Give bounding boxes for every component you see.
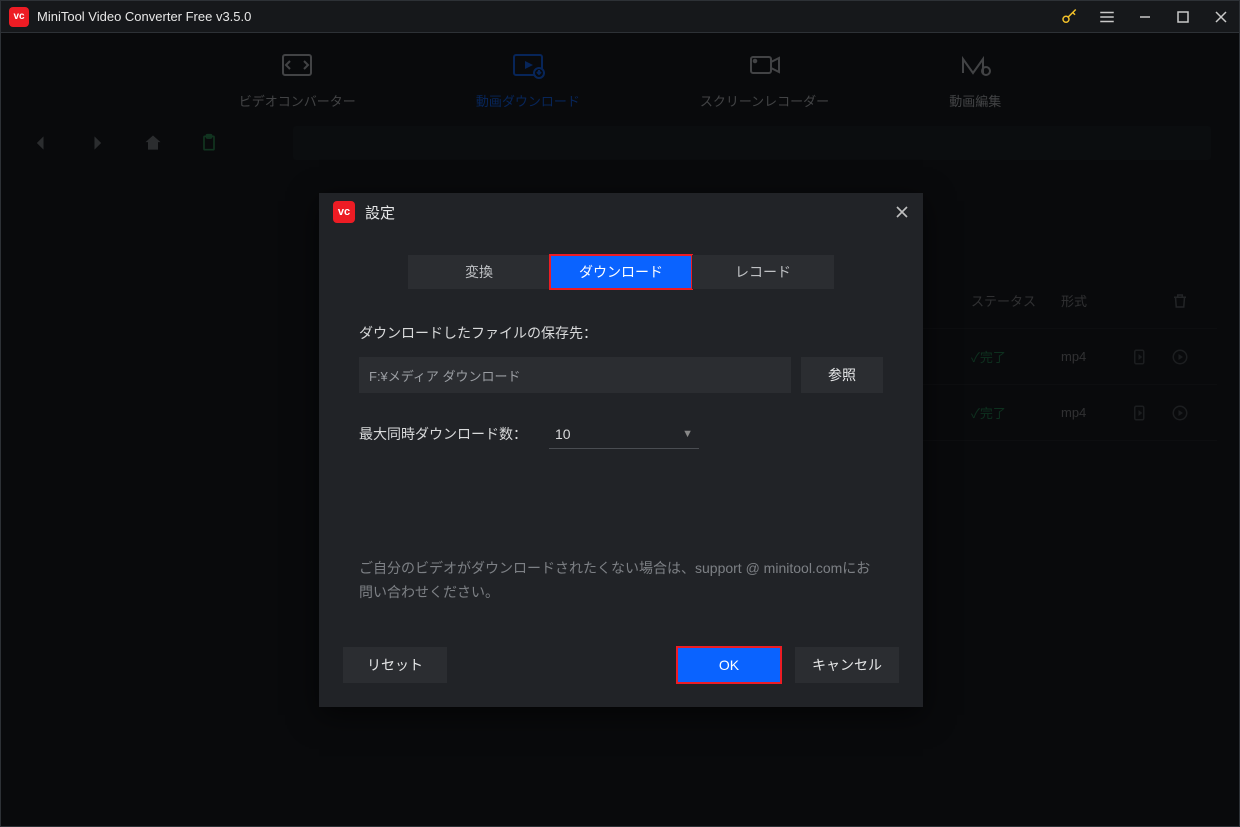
app-title: MiniTool Video Converter Free v3.5.0 (37, 9, 1059, 24)
max-downloads-value: 10 (555, 426, 571, 442)
dialog-logo-icon: vc (333, 201, 355, 223)
titlebar: vc MiniTool Video Converter Free v3.5.0 (0, 0, 1240, 32)
dialog-body: ダウンロードしたファイルの保存先： 参照 最大同時ダウンロード数： 10 ▼ ご… (319, 323, 923, 605)
browse-button[interactable]: 参照 (801, 357, 883, 393)
settings-dialog: vc 設定 変換 ダウンロード レコード ダウンロードしたファイルの保存先： 参… (319, 193, 923, 707)
max-downloads-label: 最大同時ダウンロード数： (359, 424, 527, 444)
app-logo-icon: vc (9, 7, 29, 27)
chevron-down-icon: ▼ (682, 428, 693, 440)
reset-button[interactable]: リセット (343, 647, 447, 683)
menu-icon[interactable] (1097, 7, 1117, 27)
cancel-button[interactable]: キャンセル (795, 647, 899, 683)
ok-button[interactable]: OK (677, 647, 781, 683)
save-path-label: ダウンロードしたファイルの保存先： (359, 323, 883, 343)
tab-record[interactable]: レコード (692, 255, 834, 289)
key-icon[interactable] (1059, 7, 1079, 27)
dialog-header: vc 設定 (319, 193, 923, 231)
tab-convert[interactable]: 変換 (408, 255, 550, 289)
tab-download[interactable]: ダウンロード (550, 255, 692, 289)
settings-tabs: 変換 ダウンロード レコード (319, 255, 923, 289)
save-path-input[interactable] (359, 357, 791, 393)
max-downloads-select[interactable]: 10 ▼ (549, 419, 699, 449)
minimize-button[interactable] (1135, 7, 1155, 27)
main-area: ビデオコンバーター 動画ダウンロード スクリーンレコーダー 動画編集 (0, 32, 1240, 827)
dialog-close-button[interactable] (895, 205, 909, 219)
dialog-footer: リセット OK キャンセル (319, 623, 923, 707)
opt-out-notice: ご自分のビデオがダウンロードされたくない場合は、support @ minito… (359, 557, 883, 605)
dialog-title: 設定 (365, 202, 895, 223)
maximize-button[interactable] (1173, 7, 1193, 27)
close-button[interactable] (1211, 7, 1231, 27)
